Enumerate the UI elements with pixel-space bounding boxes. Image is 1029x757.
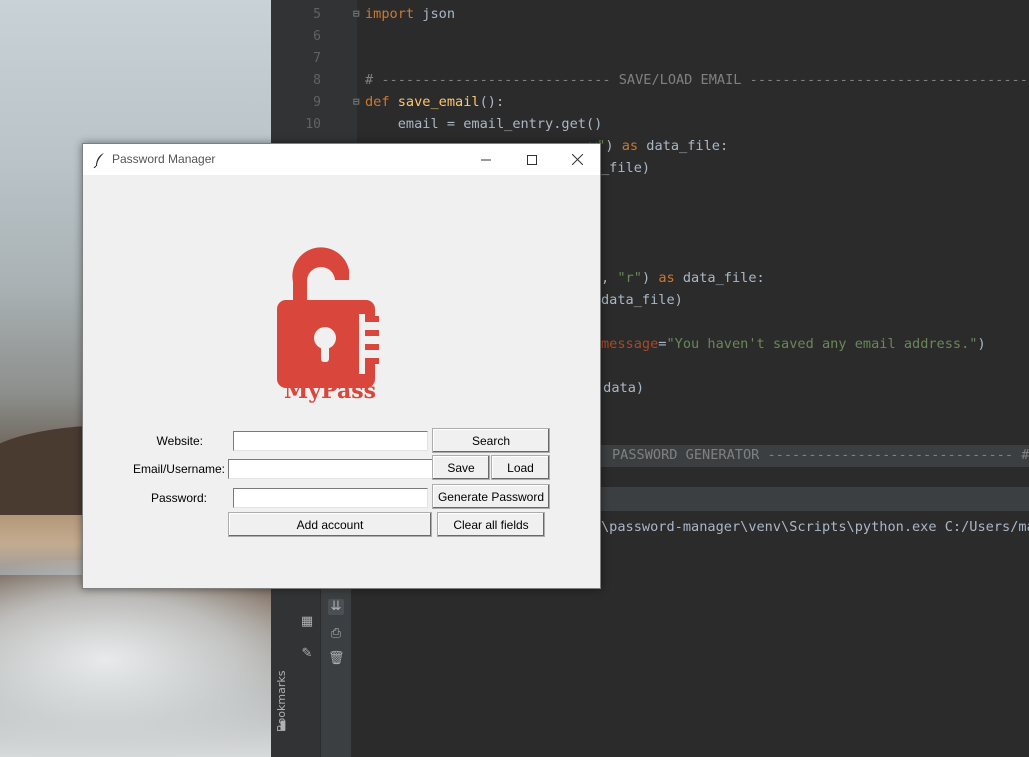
password-manager-window: Password Manager MyPass Website: Email/U… xyxy=(82,143,601,589)
line-number: 10 xyxy=(305,117,321,132)
generate-password-button[interactable]: Generate Password xyxy=(432,484,550,509)
line-number: 6 xyxy=(313,29,321,44)
fold-marker-icon[interactable]: ⊟ xyxy=(353,7,360,20)
window-titlebar[interactable]: Password Manager xyxy=(83,144,600,175)
code-line[interactable]: email = email_entry.get() xyxy=(365,116,603,132)
code-string: "r" xyxy=(617,270,642,286)
code-text: ) xyxy=(641,270,659,286)
save-button[interactable]: Save xyxy=(432,455,490,480)
code-text: data_file: xyxy=(638,138,729,154)
website-label: Website: xyxy=(156,434,203,448)
code-line[interactable]: data) xyxy=(595,380,644,396)
logo-text: MyPass xyxy=(284,378,376,404)
print-icon[interactable]: ⎙ xyxy=(328,626,344,642)
line-number: 7 xyxy=(313,51,321,66)
fold-marker-icon[interactable]: ⊟ xyxy=(353,95,360,108)
feather-icon xyxy=(93,153,104,168)
email-label: Email/Username: xyxy=(132,462,225,476)
code-line[interactable]: PASSWORD GENERATOR ---------------------… xyxy=(612,447,1029,463)
code-line[interactable]: import json xyxy=(365,6,455,22)
line-number: 8 xyxy=(313,73,321,88)
code-string: "You haven't saved any email address." xyxy=(666,336,978,352)
code-line[interactable]: data_file) xyxy=(601,292,683,308)
code-keyword: import xyxy=(365,6,415,22)
close-button[interactable] xyxy=(554,144,600,175)
load-button[interactable]: Load xyxy=(491,455,550,480)
window-title: Password Manager xyxy=(112,152,216,166)
pin-icon[interactable]: ✎ xyxy=(299,646,315,662)
code-line[interactable]: , "r") as data_file: xyxy=(601,270,765,286)
code-text: , xyxy=(601,270,618,286)
code-line[interactable]: def save_email(): xyxy=(365,94,504,110)
line-number: 9 xyxy=(313,95,321,110)
code-text: json xyxy=(414,6,456,22)
code-function-name: save_email xyxy=(397,94,480,110)
code-parameter: message xyxy=(601,336,659,352)
code-text: ) xyxy=(977,336,986,352)
code-line[interactable]: _file) xyxy=(601,160,650,176)
line-number: 5 xyxy=(313,7,321,22)
trash-icon[interactable]: 🗑 xyxy=(328,651,345,667)
code-keyword: as xyxy=(621,138,639,154)
scroll-to-end-icon[interactable]: ⇊ xyxy=(328,599,344,615)
code-text: data_file: xyxy=(674,270,765,286)
code-line[interactable]: w") as data_file: xyxy=(589,138,728,154)
code-line[interactable]: message="You haven't saved any email add… xyxy=(601,336,986,352)
console-output: \password-manager\venv\Scripts\python.ex… xyxy=(601,519,1029,535)
password-input[interactable] xyxy=(233,488,428,508)
email-input[interactable] xyxy=(228,459,433,479)
maximize-button[interactable] xyxy=(509,144,555,175)
code-keyword: def xyxy=(365,94,390,110)
password-label: Password: xyxy=(150,491,207,505)
layout-icon[interactable]: ▦ xyxy=(299,614,315,630)
logo-text-svg: MyPass xyxy=(284,378,376,404)
minimize-icon xyxy=(481,159,491,160)
close-icon xyxy=(571,154,583,165)
code-keyword: as xyxy=(658,270,675,286)
bookmark-icon[interactable]: ▮ xyxy=(275,718,291,734)
add-account-button[interactable]: Add account xyxy=(228,512,432,537)
code-line[interactable]: # ---------------------------- SAVE/LOAD… xyxy=(365,72,1029,88)
code-text: (): xyxy=(479,94,505,110)
minimize-button[interactable] xyxy=(463,144,509,175)
maximize-icon xyxy=(527,154,537,165)
code-text: ) xyxy=(605,138,622,154)
clear-fields-button[interactable]: Clear all fields xyxy=(437,512,545,537)
wallpaper-steam xyxy=(0,560,272,757)
website-input[interactable] xyxy=(233,431,428,451)
search-button[interactable]: Search xyxy=(432,428,550,453)
